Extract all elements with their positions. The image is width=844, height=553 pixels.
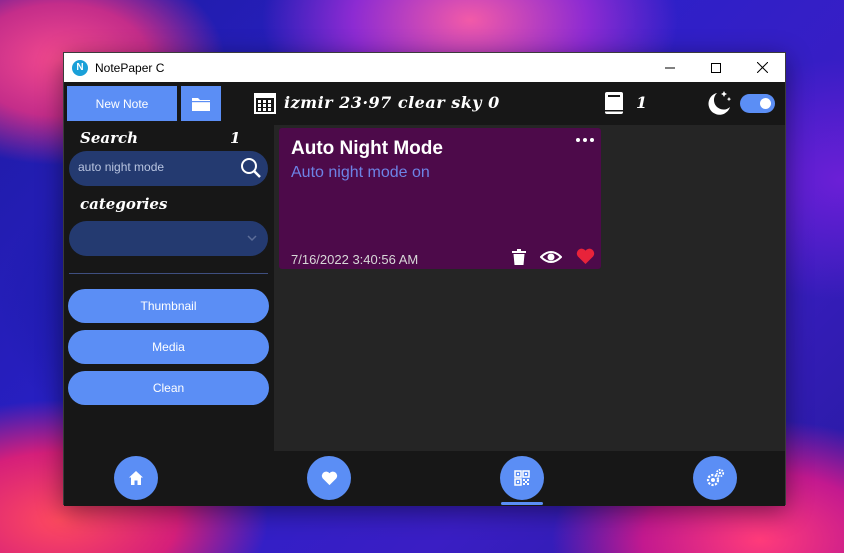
toolbar: New Note izmir 23·97 clear sky 0 1 (64, 82, 785, 125)
clean-button[interactable]: Clean (68, 371, 269, 405)
sidebar-divider (69, 273, 268, 274)
note-date: 7/16/2022 3:40:56 AM (291, 252, 419, 267)
window-controls (647, 53, 785, 82)
home-button[interactable] (114, 456, 158, 500)
delete-icon[interactable] (512, 248, 526, 265)
toggle-knob (760, 98, 771, 109)
note-body: Auto night mode on (291, 164, 430, 181)
chevron-down-icon (247, 235, 257, 242)
eye-icon[interactable] (540, 250, 562, 264)
active-tab-indicator (501, 502, 543, 505)
minimize-icon (665, 67, 675, 68)
note-card[interactable]: Auto Night Mode Auto night mode on 7/16/… (279, 128, 601, 269)
gears-icon (706, 468, 725, 487)
search-icon[interactable] (240, 157, 262, 179)
more-options-icon[interactable] (575, 136, 595, 144)
open-folder-button[interactable] (181, 86, 221, 121)
settings-button[interactable] (693, 456, 737, 500)
favorites-button[interactable] (307, 456, 351, 500)
window-title: NotePaper C (95, 60, 165, 75)
minimize-button[interactable] (647, 53, 693, 82)
note-actions (512, 248, 595, 265)
folder-icon (192, 97, 210, 111)
search-result-count: 1 (230, 129, 241, 147)
new-note-button[interactable]: New Note (67, 86, 177, 121)
bottom-navigation (64, 451, 785, 506)
maximize-button[interactable] (693, 53, 739, 82)
app-window: N NotePaper C New Note izmir 23·97 clear… (63, 52, 786, 506)
maximize-icon (711, 62, 721, 73)
heart-icon[interactable] (576, 248, 595, 265)
qr-code-icon (514, 470, 530, 486)
book-icon (605, 92, 623, 114)
search-label: Search (80, 129, 139, 147)
search-box (69, 151, 268, 186)
media-button[interactable]: Media (68, 330, 269, 364)
thumbnail-button[interactable]: Thumbnail (68, 289, 269, 323)
close-button[interactable] (739, 53, 785, 82)
categories-dropdown[interactable] (69, 221, 268, 256)
close-icon (756, 62, 768, 73)
calendar-icon (254, 93, 276, 114)
note-count: 1 (636, 93, 648, 112)
qr-code-button[interactable] (500, 456, 544, 500)
heart-icon (321, 471, 337, 485)
app-logo: N (72, 59, 88, 76)
night-mode-toggle[interactable] (740, 94, 775, 113)
night-mode-icon (708, 91, 732, 115)
sidebar: Search 1 categories Thumbnail Media Clea… (64, 125, 274, 451)
home-icon (129, 471, 143, 485)
note-title: Auto Night Mode (291, 138, 443, 159)
categories-label: categories (80, 195, 168, 213)
title-bar: N NotePaper C (64, 53, 785, 82)
weather-info: izmir 23·97 clear sky 0 (284, 93, 500, 112)
notes-area: Auto Night Mode Auto night mode on 7/16/… (274, 125, 785, 451)
search-input[interactable] (78, 160, 238, 174)
